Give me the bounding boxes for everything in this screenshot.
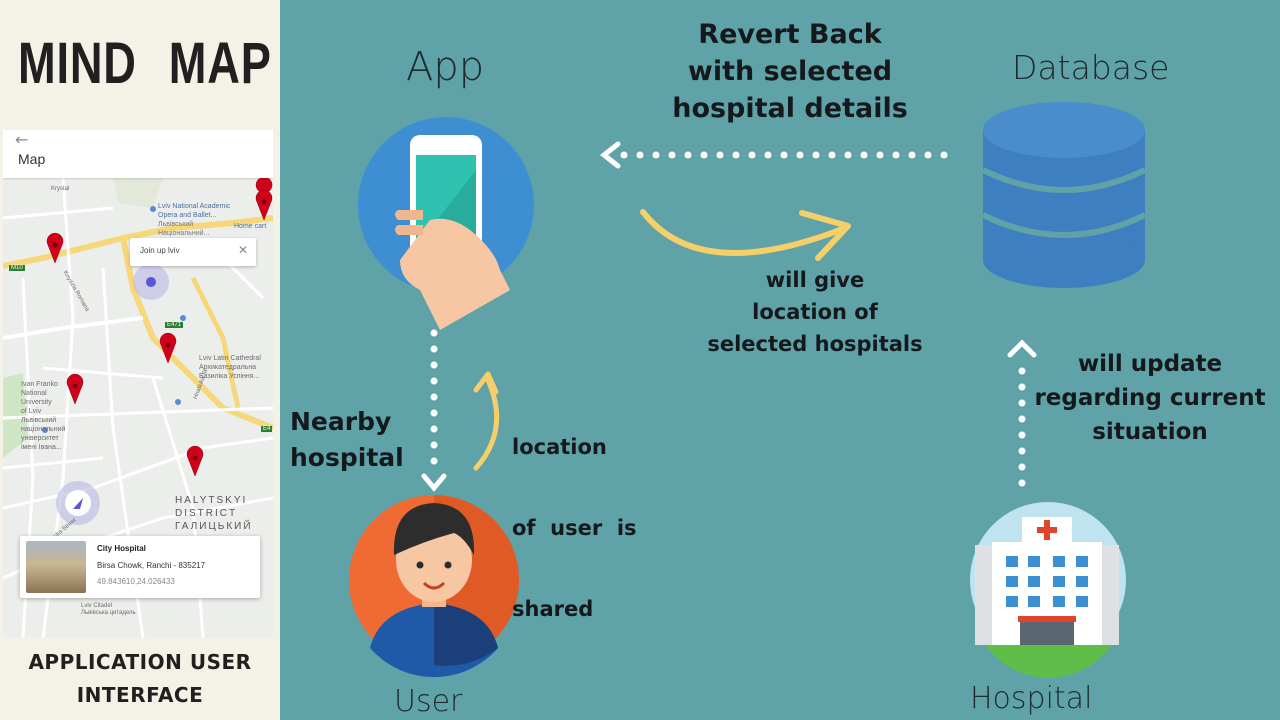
map-label-opera-line1: Lviv National Academic [158, 203, 231, 210]
map-label-district-line1: HALYTSKYI [175, 495, 248, 506]
revert-line3: hospital details [672, 93, 908, 124]
map-label-franko-line7: університет [21, 435, 59, 442]
map-label-opera: Lviv National Academic Opera and Ballet.… [158, 202, 230, 238]
close-icon[interactable]: ✕ [238, 243, 248, 257]
caption-line2: INTERFACE [76, 683, 204, 707]
panel-caption: APPLICATION USER INTERFACE [0, 646, 280, 712]
map-label-district: HALYTSKYI DISTRICT ГАЛИЦЬКИЙ [175, 494, 253, 533]
map-label-franko-line3: University [21, 399, 52, 406]
road-shield-e471: E471 [165, 322, 184, 328]
shared-line3: shared [512, 597, 594, 621]
map-label-district-line3: ГАЛИЦЬКИЙ [175, 521, 253, 532]
app-label: App [406, 44, 485, 90]
nearby-hospital-text: Nearby hospital [290, 404, 404, 476]
map-label-franko-line5: Львівський [21, 417, 57, 424]
location-shared-text: location of user is shared [512, 380, 637, 650]
map-label-franko: Ivan Franko National University of Lviv … [21, 380, 65, 452]
map-label-citadel-line2: Львівська цитадель [81, 610, 136, 616]
update-line1: will update [1077, 351, 1223, 377]
dotted-arrow-app-to-user [421, 329, 447, 492]
map-label-franko-line8: імені Івана... [21, 444, 62, 451]
update-line3: situation [1092, 419, 1208, 445]
database-label: Database [1012, 48, 1170, 87]
shared-line2: of user is [512, 516, 637, 540]
user-avatar-icon [349, 495, 519, 678]
map-label-franko-line1: Ivan Franko [21, 381, 58, 388]
hospital-card-address: Birsa Chowk, Ranchi - 835217 [97, 561, 206, 570]
hospital-card-coords: 49.843610,24.026433 [97, 577, 175, 586]
map-label-latin-line1: Lviv Latin Cathedral [199, 355, 261, 362]
hospital-label: Hospital [970, 681, 1093, 716]
give-line3: selected hospitals [707, 332, 923, 356]
map-label-citadel-line1: Lviv Citadel [81, 603, 113, 609]
hospital-thumbnail [26, 541, 86, 593]
map-label-home-cart: Home cart [234, 223, 267, 230]
left-panel: MIND MAP ← Map M10 E471 E4 Lviv National… [0, 0, 280, 720]
curved-arrow-app-to-db [640, 209, 851, 261]
hospital-card-name: City Hospital [97, 544, 146, 553]
map-label-district-line2: DISTRICT [175, 508, 238, 519]
join-popup-label: Join up lviv [140, 246, 180, 255]
will-give-text: will give location of selected hospitals [700, 264, 930, 360]
caption-line1: APPLICATION USER [28, 650, 252, 674]
map-label-franko-line6: національний [21, 426, 66, 433]
shared-line1: location [512, 435, 607, 459]
map-label-franko-line4: of Lviv [21, 408, 42, 415]
app-node-icon [358, 117, 534, 330]
hospital-building-icon [970, 502, 1126, 678]
give-line2: location of [752, 300, 878, 324]
road-shield-m10: M10 [9, 265, 25, 271]
map-label-opera-line4: Національний... [158, 230, 210, 237]
map-label-franko-line2: National [21, 390, 47, 397]
road-shield-e4: E4 [261, 426, 273, 432]
nearby-line2: hospital [290, 443, 404, 472]
app-bar: ← Map [3, 130, 273, 178]
map-label-krystal: Krystal [51, 186, 70, 192]
map-label-latin: Lviv Latin Cathedral Архикатедральна Баз… [199, 354, 261, 381]
hospital-card[interactable]: City Hospital Birsa Chowk, Ranchi - 8352… [20, 536, 260, 598]
database-icon [981, 102, 1147, 288]
join-popup[interactable]: Join up lviv ✕ [130, 238, 256, 266]
give-line1: will give [765, 268, 865, 292]
user-label: User [394, 684, 463, 719]
update-line2: regarding current [1034, 385, 1266, 411]
revert-line2: with selected [687, 56, 893, 87]
arrow-left-icon[interactable]: ← [15, 130, 28, 149]
app-bar-title: Map [18, 151, 46, 167]
nearby-line1: Nearby [290, 407, 392, 436]
mind-map-title: MIND MAP [18, 31, 272, 96]
will-update-text: will update regarding current situation [1030, 347, 1270, 449]
map-label-opera-line2: Opera and Ballet... [158, 212, 217, 219]
dotted-arrow-db-to-app [599, 141, 948, 169]
revert-line1: Revert Back [698, 19, 882, 50]
map-label-opera-line3: Львівський [158, 221, 194, 228]
revert-back-text: Revert Back with selected hospital detai… [660, 16, 920, 127]
curved-arrow-user-to-app [473, 371, 500, 471]
phone-screenshot: ← Map M10 E471 E4 Lviv National Academic… [3, 130, 273, 638]
map-label-citadel: Lviv Citadel Львівська цитадель [81, 603, 136, 617]
